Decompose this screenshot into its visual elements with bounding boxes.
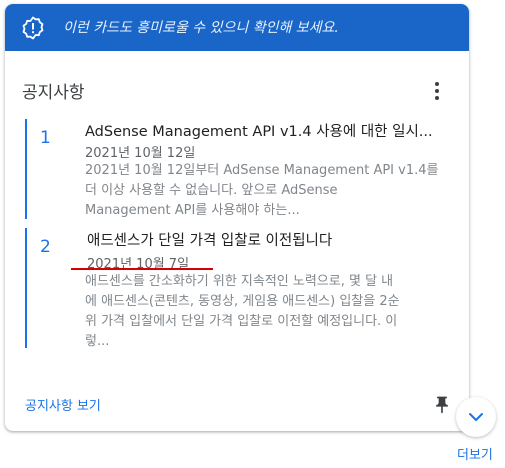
view-notices-link[interactable]: 공지사항 보기 (25, 395, 101, 414)
chevron-down-icon (469, 413, 483, 421)
date-underline-annotation (71, 268, 213, 270)
card-title: 공지사항 (22, 83, 85, 103)
item-accent-bar (25, 228, 27, 348)
item-body: 2021년 10월 12일부터 AdSense Management API v… (85, 161, 463, 221)
item-number: 2 (40, 237, 51, 257)
item-body-line: 2021년 10월 12일부터 AdSense Management API v… (85, 163, 439, 178)
item-body: 애드센스를 간소화하기 위한 지속적인 노력으로, 몇 달 내 에 애드센스(콘… (85, 272, 465, 352)
item-body-line: 렇... (85, 334, 110, 349)
item-body-line: 에 애드센스(콘텐츠, 동영상, 게임용 애드센스) 입찰을 2순 (85, 294, 400, 309)
suggestion-banner: 이런 카드도 흥미로울 수 있으니 확인해 보세요. (5, 4, 469, 51)
more-label[interactable]: 더보기 (457, 444, 493, 463)
item-title[interactable]: AdSense Management API v1.4 사용에 대한 일시... (85, 120, 457, 141)
item-body-line: Management API를 사용해야 하는... (85, 203, 300, 218)
more-vert-icon[interactable] (429, 80, 445, 102)
item-title[interactable]: 애드센스가 단일 가격 입찰로 이전됩니다 (87, 229, 459, 250)
pin-icon[interactable] (432, 395, 452, 415)
item-body-line: 위 가격 입찰에서 단일 가격 입찰로 이전할 예정입니다. 이 (85, 314, 398, 329)
item-body-line: 더 이상 사용할 수 없습니다. 앞으로 AdSense (85, 183, 338, 198)
alert-badge-icon (22, 16, 44, 40)
more-button[interactable] (456, 397, 496, 437)
banner-text: 이런 카드도 흥미로울 수 있으니 확인해 보세요. (63, 20, 339, 36)
item-body-line: 애드센스를 간소화하기 위한 지속적인 노력으로, 몇 달 내 (85, 274, 394, 289)
notice-card: 이런 카드도 흥미로울 수 있으니 확인해 보세요. 공지사항 1 AdSens… (5, 4, 469, 431)
item-date: 2021년 10월 12일 (85, 146, 196, 161)
item-number: 1 (40, 128, 51, 148)
item-accent-bar (25, 119, 27, 219)
